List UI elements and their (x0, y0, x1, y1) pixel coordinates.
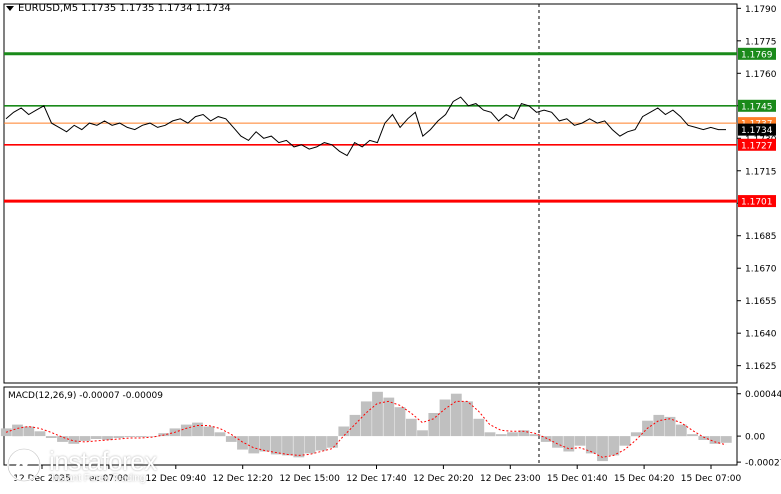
macd-histogram-bar (248, 436, 260, 454)
macd-histogram-bar (630, 432, 642, 437)
price-tick-label: 1.1685 (745, 232, 777, 242)
macd-histogram-bar (192, 422, 203, 437)
time-tick-label: 12 Dec 12:20 (212, 474, 273, 484)
current-price-label: 1.1734 (741, 126, 773, 136)
macd-tick-label: -0.00027 (745, 459, 781, 469)
macd-histogram-bar (462, 401, 473, 437)
time-tick-label: 12 Dec 23:00 (480, 474, 541, 484)
macd-histogram-bar (124, 436, 136, 438)
level-label: 1.1769 (741, 50, 773, 60)
price-tick-label: 1.1760 (745, 70, 777, 80)
macd-histogram-bar (203, 426, 215, 437)
macd-histogram-bar (720, 436, 732, 443)
macd-histogram-bar (563, 436, 575, 452)
chart-canvas[interactable]: 1.17901.17751.17601.17451.17301.17151.17… (0, 0, 781, 489)
time-tick-label: 12 Dec 17:40 (346, 474, 407, 484)
chart-window: 1.17901.17751.17601.17451.17301.17151.17… (0, 0, 781, 489)
chart-title: EURUSD,M5 1.1735 1.1735 1.1734 1.1734 (18, 3, 231, 14)
macd-histogram-bar (619, 436, 631, 446)
macd-histogram-bar (79, 436, 91, 441)
macd-histogram-bar (90, 436, 102, 439)
time-tick-label: 12 Dec 20:20 (413, 474, 474, 484)
macd-histogram-bar (135, 436, 147, 438)
macd-histogram-bar (417, 430, 428, 437)
macd-histogram-bar (304, 436, 316, 454)
macd-tick-label: 0.00044 (745, 390, 781, 400)
time-tick-label: 15 Dec 04:20 (614, 474, 675, 484)
price-tick-label: 1.1670 (745, 265, 777, 275)
macd-histogram-bar (282, 436, 293, 456)
price-tick-label: 1.1655 (745, 297, 777, 307)
instaforex-logo-icon (7, 448, 41, 482)
macd-histogram-bar (180, 424, 192, 437)
time-tick-label: 12 Dec 15:00 (279, 474, 340, 484)
macd-histogram-bar (349, 414, 361, 437)
price-pane-frame (3, 3, 738, 384)
level-label: 1.1727 (741, 141, 773, 151)
macd-histogram-bar (507, 432, 518, 437)
macd-histogram-bar (495, 434, 507, 437)
macd-histogram-bar (574, 436, 586, 446)
macd-histogram-bar (45, 436, 57, 438)
macd-histogram-bar (23, 426, 35, 437)
macd-histogram-bar (394, 407, 406, 437)
macd-histogram-bar (450, 393, 462, 437)
macd-title: MACD(12,26,9) -0.00007 -0.00009 (8, 391, 164, 401)
chart-header: EURUSD,M5 1.1735 1.1735 1.1734 1.1734 (6, 3, 231, 14)
macd-histogram-bar (473, 418, 485, 437)
macd-histogram-bar (360, 401, 372, 437)
macd-histogram-bar (439, 399, 451, 437)
time-tick-label: 15 Dec 07:00 (681, 474, 742, 484)
macd-tick-label: 0.00 (745, 433, 765, 443)
macd-histogram-bar (327, 436, 338, 448)
price-tick-label: 1.1715 (745, 167, 777, 177)
level-label: 1.1701 (741, 198, 773, 208)
time-tick-label: 15 Dec 01:40 (547, 474, 608, 484)
macd-histogram-bar (57, 436, 68, 442)
macd-histogram-bar (293, 436, 305, 458)
macd-histogram-bar (653, 414, 665, 437)
macd-histogram-bar (383, 397, 395, 437)
macd-histogram-bar (372, 391, 383, 437)
macd-histogram-bar (34, 431, 46, 437)
macd-histogram-bar (608, 436, 620, 456)
macd-histogram-bar (214, 432, 226, 437)
macd-histogram-bar (68, 436, 80, 444)
macd-histogram-bar (315, 436, 327, 451)
level-label: 1.1745 (741, 102, 773, 112)
macd-histogram-bar (12, 424, 23, 437)
price-tick-label: 1.1640 (745, 330, 777, 340)
macd-histogram-bar (237, 436, 248, 450)
logo-tagline: Instant Forex Trading (51, 473, 146, 484)
symbol-menu-icon[interactable] (6, 5, 14, 11)
price-tick-label: 1.1775 (745, 37, 777, 47)
macd-histogram-bar (405, 418, 417, 437)
macd-histogram-bar (675, 424, 687, 437)
macd-histogram-bar (484, 432, 496, 437)
macd-histogram-bar (428, 413, 440, 437)
macd-histogram-bar (687, 434, 698, 437)
price-tick-label: 1.1625 (745, 362, 777, 372)
price-tick-label: 1.1790 (745, 5, 777, 15)
macd-histogram-bar (113, 436, 125, 438)
instaforex-logo: instaforex Instant Forex Trading (7, 446, 179, 484)
